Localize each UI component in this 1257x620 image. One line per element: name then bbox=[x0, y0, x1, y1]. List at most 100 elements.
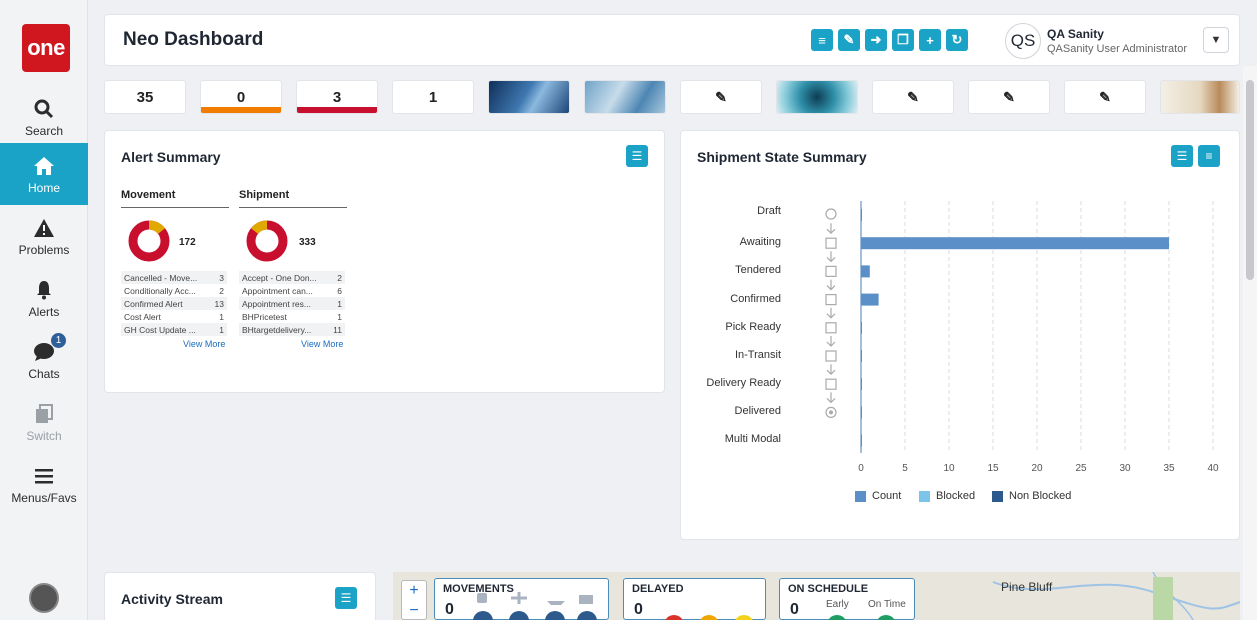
list-view-button[interactable]: ≡ bbox=[811, 29, 833, 51]
bell-icon bbox=[35, 277, 53, 303]
app-logo[interactable]: one bbox=[22, 24, 70, 72]
bar-multi-modal bbox=[861, 434, 862, 447]
nav-alerts-label: Alerts bbox=[28, 305, 60, 319]
pencil-icon: ✎ bbox=[1099, 88, 1111, 105]
bar-tendered bbox=[861, 265, 870, 278]
alert-label: Appointment res... bbox=[242, 298, 311, 309]
chevron-down-icon: ▼ bbox=[1210, 34, 1222, 46]
alert-count: 13 bbox=[214, 298, 224, 309]
movements-panel[interactable]: MOVEMENTS 0 bbox=[434, 578, 609, 620]
profile-avatar[interactable] bbox=[29, 583, 59, 613]
nav-search-label: Search bbox=[24, 124, 64, 138]
user-role: QASanity User Administrator bbox=[1047, 43, 1187, 55]
zoom-in-button[interactable]: + bbox=[402, 581, 426, 601]
movement-view-more-link[interactable]: View More bbox=[183, 339, 225, 349]
pencil-icon: ✎ bbox=[1003, 88, 1015, 105]
x-tick-label: 15 bbox=[987, 463, 999, 474]
alert-label: Cancelled - Move... bbox=[124, 272, 198, 283]
list-item[interactable]: Cost Alert 1 bbox=[121, 310, 227, 323]
activity-stream-card: Activity Stream ☰ bbox=[104, 572, 376, 620]
on-schedule-panel[interactable]: ON SCHEDULE 0 Early On Time bbox=[779, 578, 915, 620]
legend-swatch bbox=[855, 490, 866, 502]
pencil-icon: ✎ bbox=[843, 32, 855, 47]
edit-tile[interactable]: ✎ bbox=[1064, 80, 1146, 114]
count-tile[interactable]: 35 bbox=[104, 80, 186, 114]
sliders-icon: ☰ bbox=[631, 149, 643, 163]
list-item[interactable]: Conditionally Acc... 2 bbox=[121, 284, 227, 297]
shipment-view-more-link[interactable]: View More bbox=[301, 339, 343, 349]
hamburger-icon bbox=[34, 463, 54, 489]
export-button[interactable]: ➜ bbox=[865, 29, 887, 51]
edit-tile[interactable]: ✎ bbox=[680, 80, 762, 114]
image-tile[interactable] bbox=[1160, 80, 1240, 114]
count-tile[interactable]: 0 bbox=[200, 80, 282, 114]
user-avatar[interactable]: QS bbox=[1005, 23, 1041, 59]
legend-swatch bbox=[992, 490, 1003, 502]
truck-icon bbox=[579, 595, 593, 604]
legend-label: Count bbox=[872, 490, 902, 502]
delayed-panel[interactable]: DELAYED 0 bbox=[623, 578, 766, 620]
shipment-donut bbox=[246, 220, 288, 262]
bar-pick-ready bbox=[861, 321, 862, 334]
list-item[interactable]: Appointment res... 1 bbox=[239, 297, 345, 310]
list-item[interactable]: Appointment can... 6 bbox=[239, 284, 345, 297]
shipment-total: 333 bbox=[299, 237, 316, 248]
user-menu-toggle[interactable]: ▼ bbox=[1203, 27, 1229, 53]
edit-tile[interactable]: ✎ bbox=[968, 80, 1050, 114]
nav-chats[interactable]: 1 Chats bbox=[0, 329, 88, 391]
nav-menus[interactable]: Menus/Favs bbox=[0, 453, 88, 515]
list-item[interactable]: BHPricetest 1 bbox=[239, 310, 345, 323]
x-tick-label: 30 bbox=[1119, 463, 1131, 474]
legend-blocked[interactable]: Blocked bbox=[919, 490, 975, 502]
nav-home[interactable]: Home bbox=[0, 143, 88, 205]
alert-count: 1 bbox=[337, 298, 342, 309]
edit-tile[interactable]: ✎ bbox=[872, 80, 954, 114]
alert-summary-title: Alert Summary bbox=[121, 149, 221, 165]
copy-button[interactable]: ❐ bbox=[892, 29, 914, 51]
tile-value: 1 bbox=[428, 88, 438, 106]
tile-value: 35 bbox=[136, 88, 154, 106]
nav-switch[interactable]: Switch bbox=[0, 391, 88, 453]
alert-label: Accept - One Don... bbox=[242, 272, 317, 283]
count-tile[interactable]: 1 bbox=[392, 80, 474, 114]
activity-settings-button[interactable]: ☰ bbox=[335, 587, 357, 609]
list-item[interactable]: GH Cost Update ... 1 bbox=[121, 323, 227, 336]
tile-value: 0 bbox=[236, 88, 246, 106]
list-item[interactable]: Accept - One Don... 2 bbox=[239, 271, 345, 284]
refresh-button[interactable]: ↻ bbox=[946, 29, 968, 51]
add-button[interactable]: + bbox=[919, 29, 941, 51]
list-item[interactable]: Confirmed Alert 13 bbox=[121, 297, 227, 310]
nav-search[interactable]: Search bbox=[0, 86, 88, 148]
image-tile[interactable] bbox=[776, 80, 858, 114]
delay-status-dots bbox=[665, 615, 753, 620]
x-tick-label: 0 bbox=[858, 463, 864, 474]
zoom-out-button[interactable]: − bbox=[402, 601, 426, 620]
movement-donut bbox=[128, 220, 170, 262]
image-tile[interactable] bbox=[584, 80, 666, 114]
plus-icon: + bbox=[926, 32, 934, 48]
shipment-state-card: Shipment State Summary ☰ ≡ Draft Awaitin… bbox=[680, 130, 1240, 540]
nav-alerts[interactable]: Alerts bbox=[0, 267, 88, 329]
activity-stream-title: Activity Stream bbox=[121, 591, 223, 607]
movements-value: 0 bbox=[445, 601, 454, 618]
copy-icon: ❐ bbox=[897, 32, 909, 47]
legend-non-blocked[interactable]: Non Blocked bbox=[992, 490, 1071, 502]
shipment-chart bbox=[860, 201, 1214, 453]
shipment-heading: Shipment bbox=[239, 189, 347, 208]
x-tick-label: 25 bbox=[1075, 463, 1087, 474]
alert-label: Conditionally Acc... bbox=[124, 285, 196, 296]
alert-count: 2 bbox=[219, 285, 224, 296]
alert-label: Cost Alert bbox=[124, 311, 161, 322]
legend-label: Non Blocked bbox=[1009, 490, 1072, 502]
edit-button[interactable]: ✎ bbox=[838, 29, 860, 51]
legend-count[interactable]: Count bbox=[855, 490, 901, 502]
count-tile[interactable]: 3 bbox=[296, 80, 378, 114]
scrollbar-thumb[interactable] bbox=[1246, 80, 1254, 280]
x-tick-label: 20 bbox=[1031, 463, 1043, 474]
delayed-value: 0 bbox=[634, 601, 643, 618]
alert-settings-button[interactable]: ☰ bbox=[626, 145, 648, 167]
image-tile[interactable] bbox=[488, 80, 570, 114]
list-item[interactable]: Cancelled - Move... 3 bbox=[121, 271, 227, 284]
nav-problems[interactable]: Problems bbox=[0, 205, 88, 267]
list-item[interactable]: BHtargetdelivery... 11 bbox=[239, 323, 345, 336]
